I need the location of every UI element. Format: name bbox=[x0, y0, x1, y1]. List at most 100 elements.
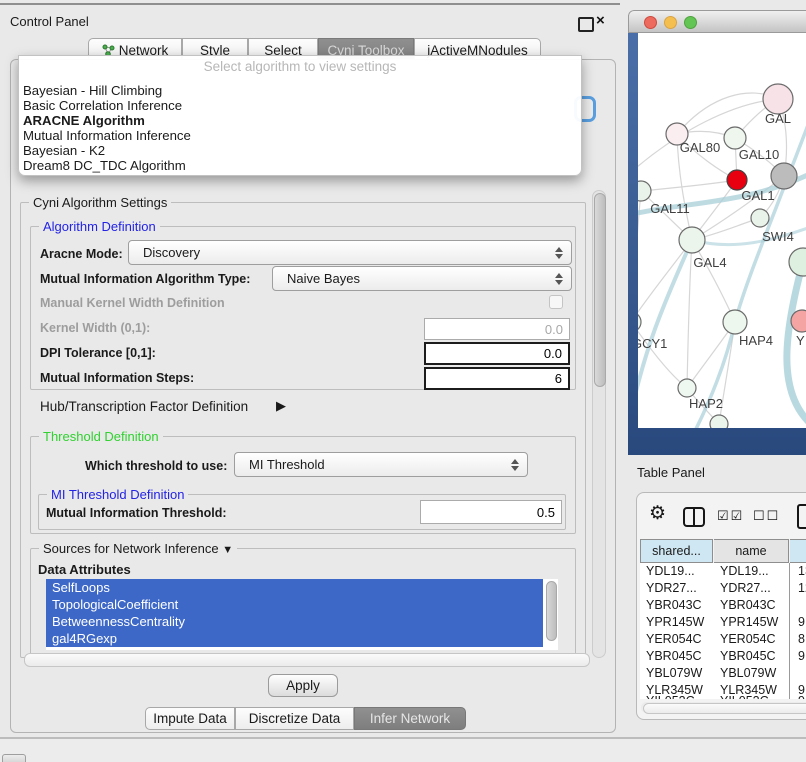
column-header-shared-name[interactable]: shared... bbox=[640, 539, 713, 563]
algorithm-option[interactable]: Mutual Information Inference bbox=[23, 128, 573, 143]
deselect-all-columns-icon[interactable]: ☐☐ bbox=[753, 508, 780, 524]
select-all-columns-icon[interactable]: ☑☑ bbox=[717, 508, 744, 524]
attribute-item[interactable]: SelfLoops bbox=[46, 579, 543, 596]
close-window-icon[interactable]: × bbox=[596, 12, 605, 29]
algorithm-option[interactable]: Dream8 DC_TDC Algorithm bbox=[23, 158, 573, 173]
kernel-width-input[interactable] bbox=[424, 318, 570, 340]
table-cell[interactable]: YER054C bbox=[640, 631, 714, 648]
column-header-third[interactable] bbox=[790, 539, 806, 563]
sources-title-text: Sources for Network Inference bbox=[43, 541, 219, 556]
stepper-icon bbox=[511, 458, 519, 472]
apply-button[interactable]: Apply bbox=[268, 674, 338, 697]
export-table-icon[interactable] bbox=[797, 504, 806, 529]
table-cell[interactable]: YBL079W bbox=[640, 665, 714, 682]
aracne-mode-value: Discovery bbox=[143, 245, 200, 260]
node-bottom[interactable] bbox=[710, 415, 728, 428]
table-cell[interactable] bbox=[792, 665, 806, 682]
table-cell[interactable]: 9. bbox=[792, 648, 806, 665]
split-columns-icon[interactable] bbox=[683, 507, 705, 527]
dpi-tolerance-input[interactable] bbox=[424, 342, 570, 365]
table-cell[interactable]: YBR043C bbox=[714, 597, 789, 614]
table-horizontal-scrollbar[interactable] bbox=[641, 702, 806, 713]
algorithm-option-selected[interactable]: ARACNE Algorithm bbox=[23, 113, 573, 128]
tab-infer-network[interactable]: Infer Network bbox=[354, 707, 466, 730]
node-gal4[interactable] bbox=[679, 227, 705, 253]
column-header-label: name bbox=[735, 544, 766, 558]
network-window-titlebar[interactable] bbox=[628, 10, 806, 33]
table-cell[interactable]: 8. bbox=[792, 631, 806, 648]
table-cell[interactable]: 13 bbox=[792, 563, 806, 580]
gear-icon[interactable]: ⚙ bbox=[649, 502, 666, 525]
algorithm-option[interactable]: Basic Correlation Inference bbox=[23, 98, 573, 113]
node-large-right[interactable] bbox=[789, 248, 806, 276]
table-cell[interactable]: YDR27... bbox=[714, 580, 789, 597]
node-label: GAL80 bbox=[680, 140, 720, 155]
float-window-icon[interactable] bbox=[578, 17, 594, 32]
table-cell[interactable]: YDL19... bbox=[714, 563, 789, 580]
table-cell[interactable]: YPR145W bbox=[714, 614, 789, 631]
table-cell[interactable]: YDR27... bbox=[640, 580, 714, 597]
node-hap2[interactable] bbox=[678, 379, 696, 397]
algorithm-option[interactable]: Bayesian - K2 bbox=[23, 143, 573, 158]
which-threshold-select[interactable]: MI Threshold bbox=[234, 452, 528, 477]
app: Control Panel × Network Style Select Cyn… bbox=[0, 0, 806, 762]
table-cell[interactable]: YPR145W bbox=[640, 614, 714, 631]
minimize-traffic-light-icon[interactable] bbox=[664, 16, 677, 29]
node-label: Y bbox=[796, 333, 805, 348]
table-cell[interactable]: YDL19... bbox=[640, 563, 714, 580]
table-cell[interactable]: 12 bbox=[792, 580, 806, 597]
close-traffic-light-icon[interactable] bbox=[644, 16, 657, 29]
bottom-left-mini-button[interactable] bbox=[2, 754, 26, 762]
mi-algorithm-type-select[interactable]: Naive Bayes bbox=[272, 266, 572, 291]
node-gal1-selected[interactable] bbox=[727, 170, 747, 190]
table-cell[interactable]: YBL079W bbox=[714, 665, 789, 682]
table-cell[interactable]: YBR045C bbox=[640, 648, 714, 665]
mi-threshold-group-title: MI Threshold Definition bbox=[47, 487, 188, 502]
algorithm-dropdown: Select algorithm to view settings Bayesi… bbox=[18, 55, 582, 176]
attribute-item[interactable]: TopologicalCoefficient bbox=[46, 596, 543, 613]
algorithm-option[interactable]: Bayesian - Hill Climbing bbox=[23, 83, 573, 98]
mi-steps-input[interactable] bbox=[424, 367, 570, 390]
table-cell[interactable]: 9 bbox=[792, 693, 806, 699]
table-cell[interactable]: 9. bbox=[792, 614, 806, 631]
table-cell[interactable] bbox=[792, 597, 806, 614]
node-label: GAL bbox=[765, 111, 791, 126]
node-gal10[interactable] bbox=[724, 127, 746, 149]
node-gal2[interactable] bbox=[763, 84, 793, 114]
settings-vertical-scrollbar-thumb[interactable] bbox=[594, 193, 606, 387]
node-label: GAL4 bbox=[693, 255, 726, 270]
table-cell[interactable]: YIL052C bbox=[714, 693, 789, 699]
tab-impute-data[interactable]: Impute Data bbox=[145, 707, 235, 730]
attribute-item[interactable]: BetweennessCentrality bbox=[46, 613, 543, 630]
column-separator bbox=[789, 563, 790, 699]
hub-collapsed-arrow-icon[interactable]: ▶ bbox=[276, 398, 286, 414]
table-horizontal-scrollbar-thumb[interactable] bbox=[643, 703, 806, 714]
settings-vertical-scrollbar[interactable] bbox=[592, 190, 606, 658]
node-gray[interactable] bbox=[771, 163, 797, 189]
hub-section-label[interactable]: Hub/Transcription Factor Definition bbox=[40, 399, 248, 414]
table-cell[interactable]: YBR043C bbox=[640, 597, 714, 614]
data-attributes-list[interactable]: SelfLoops TopologicalCoefficient Between… bbox=[46, 579, 558, 650]
data-attributes-label: Data Attributes bbox=[38, 562, 131, 577]
network-graph[interactable]: GAL GAL80 GAL10 GAL1 GAL11 SWI4 GAL4 GCY… bbox=[638, 33, 806, 428]
attribute-item[interactable]: gal4RGexp bbox=[46, 630, 543, 647]
column-header-name[interactable]: name bbox=[714, 539, 789, 563]
table-cell[interactable]: YER054C bbox=[714, 631, 789, 648]
manual-kernel-width-checkbox[interactable] bbox=[549, 295, 563, 309]
node-label: HAP4 bbox=[739, 333, 773, 348]
attributes-scrollbar-thumb[interactable] bbox=[546, 581, 557, 641]
network-canvas[interactable]: GAL GAL80 GAL10 GAL1 GAL11 SWI4 GAL4 GCY… bbox=[638, 33, 806, 428]
tab-discretize-data[interactable]: Discretize Data bbox=[235, 707, 354, 730]
table-cell[interactable]: YBR045C bbox=[714, 648, 789, 665]
node-swi4[interactable] bbox=[751, 209, 769, 227]
zoom-traffic-light-icon[interactable] bbox=[684, 16, 697, 29]
node-hap4[interactable] bbox=[723, 310, 747, 334]
mi-algorithm-type-value: Naive Bayes bbox=[287, 271, 360, 286]
sources-expanded-arrow-icon[interactable]: ▼ bbox=[222, 544, 233, 556]
node-gcy1[interactable] bbox=[638, 312, 641, 332]
mi-threshold-input[interactable] bbox=[420, 500, 562, 524]
aracne-mode-select[interactable]: Discovery bbox=[128, 240, 572, 265]
table-cell[interactable]: YIL052C bbox=[640, 693, 714, 699]
table-body[interactable]: YDL19... YDL19... 13 YDR27... YDR27... 1… bbox=[640, 563, 806, 699]
settings-horizontal-scrollbar[interactable] bbox=[24, 653, 590, 667]
